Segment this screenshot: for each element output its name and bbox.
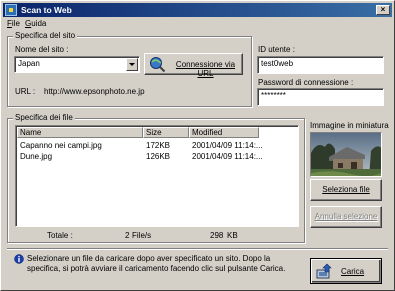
file-list[interactable]: Name Size Modified Capanno nei campi.jpg… <box>15 125 299 227</box>
menu-guida[interactable]: Guida <box>25 19 46 29</box>
select-file-button[interactable]: Seleziona file <box>310 179 382 201</box>
file-row-2-size: 126KB <box>146 152 171 161</box>
totals-count: 2 <box>125 231 130 240</box>
upload-button[interactable]: Carica <box>310 258 382 284</box>
site-name-value: Japan <box>18 59 40 68</box>
password-label: Password di connessione : <box>258 78 354 87</box>
user-id-label: ID utente : <box>258 45 295 54</box>
file-group-title: Specifica dei file <box>13 113 75 123</box>
title-bar[interactable]: Scan to Web × <box>3 3 392 17</box>
totals-size: 298 <box>210 231 224 240</box>
user-id-value: test0web <box>261 59 294 68</box>
column-header-modified[interactable]: Modified <box>189 127 259 138</box>
file-row-1-name[interactable]: Capanno nei campi.jpg <box>20 141 138 151</box>
menu-file[interactable]: File <box>7 19 20 29</box>
close-button[interactable]: × <box>376 5 390 15</box>
app-window: Scan to Web × File Guida Specifica del s… <box>0 0 395 291</box>
url-label: URL : <box>15 87 36 96</box>
column-header-size[interactable]: Size <box>143 127 189 138</box>
connect-url-button[interactable]: Connessione via URL <box>144 53 243 78</box>
app-icon <box>5 4 17 16</box>
info-text: Selezionare un file da caricare dopo ave… <box>27 254 286 273</box>
file-row-1-modified: 2001/04/09 11:14:... <box>192 141 262 150</box>
totals-size-unit: KB <box>227 231 238 240</box>
cancel-selection-button[interactable]: Annulla selezione <box>310 206 382 228</box>
site-group-title: Specifica del sito <box>13 31 78 41</box>
upload-icon <box>316 263 332 279</box>
chevron-down-icon[interactable] <box>126 58 138 71</box>
window-title: Scan to Web <box>21 5 72 15</box>
info-icon <box>14 254 24 264</box>
password-field[interactable]: ******** <box>257 88 384 106</box>
globe-magnifier-icon <box>150 57 166 73</box>
file-row-2-modified: 2001/04/09 11:14:... <box>192 152 262 161</box>
site-name-label: Nome del sito : <box>15 45 69 54</box>
cancel-selection-label: Annulla selezione <box>314 212 378 221</box>
site-name-select[interactable]: Japan <box>14 56 140 73</box>
password-value: ******** <box>261 91 286 100</box>
thumbnail-image <box>311 133 381 176</box>
connect-url-label: Connessione via URL <box>175 60 236 78</box>
upload-label: Carica <box>341 267 365 276</box>
totals-unit: File/s <box>132 231 152 240</box>
separator <box>7 248 388 250</box>
menu-bar: File Guida <box>3 18 392 30</box>
totals-label: Totale : <box>47 231 73 240</box>
thumbnail-label: Immagine in miniatura <box>310 121 389 130</box>
select-file-label: Seleziona file <box>322 185 370 194</box>
file-row-1-size: 172KB <box>146 141 171 150</box>
user-id-field[interactable]: test0web <box>257 56 384 74</box>
url-value: http://www.epsonphoto.ne.jp <box>44 87 145 96</box>
file-row-2-name[interactable]: Dune.jpg <box>20 152 138 162</box>
thumbnail-preview <box>310 132 382 177</box>
column-header-name[interactable]: Name <box>17 127 143 138</box>
